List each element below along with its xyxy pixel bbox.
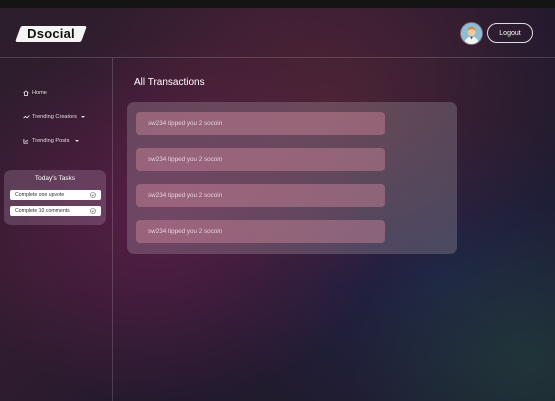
header: Dsocial Logout [0,8,555,58]
task-item[interactable]: Complete one upvote [10,190,101,200]
avatar[interactable] [461,23,482,44]
transaction-item[interactable]: sw234 tipped you 2 socoin [136,148,385,171]
avatar-icon [461,23,482,44]
check-circle-icon [90,192,96,198]
chart-icon [22,137,30,145]
check-circle-icon [90,208,96,214]
chevron-down-icon [80,116,85,118]
sidebar-item-label: Home [32,90,47,96]
trend-icon [22,113,30,121]
todays-tasks-panel: Today's Tasks Complete one upvote Comple… [4,170,106,225]
transaction-item[interactable]: sw234 tipped you 2 socoin [136,112,385,135]
transaction-item[interactable]: sw234 tipped you 2 socoin [136,184,385,207]
logo-text: Dsocial [27,26,75,41]
sidebar: Home Trending Creators Trending Posts To… [0,58,113,401]
task-label: Complete one upvote [15,192,65,198]
tasks-title: Today's Tasks [34,175,76,182]
chevron-down-icon [75,140,80,142]
logo[interactable]: Dsocial [15,26,87,42]
transactions-panel: sw234 tipped you 2 socoin sw234 tipped y… [127,102,457,254]
sidebar-item-label: Trending Posts [32,138,70,144]
top-strip [0,0,555,8]
transaction-item[interactable]: sw234 tipped you 2 socoin [136,220,385,243]
task-item[interactable]: Complete 10 comments [10,206,101,216]
sidebar-item-trending-creators[interactable]: Trending Creators [22,111,85,123]
home-icon [22,89,30,97]
task-label: Complete 10 comments [15,208,70,214]
sidebar-item-home[interactable]: Home [22,87,47,99]
sidebar-item-label: Trending Creators [32,114,77,120]
sidebar-item-trending-posts[interactable]: Trending Posts [22,135,80,147]
page-title: All Transactions [134,77,205,88]
logout-button[interactable]: Logout [487,23,533,43]
